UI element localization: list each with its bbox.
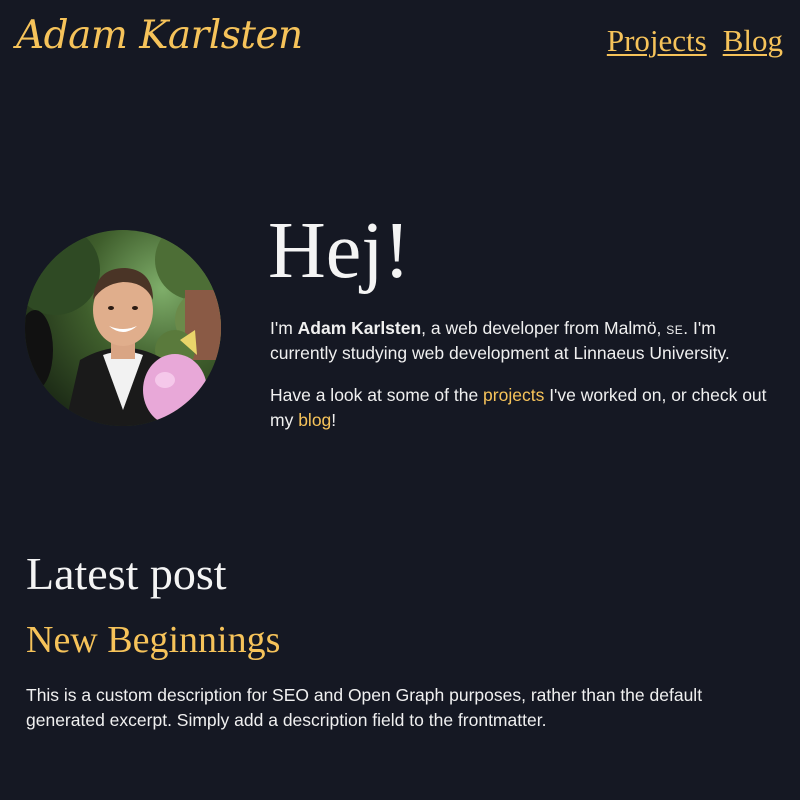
author-name: Adam Karlsten [297, 318, 422, 338]
intro-paragraph-2: Have a look at some of the projects I've… [270, 383, 780, 433]
latest-post-title-link[interactable]: New Beginnings [26, 616, 280, 664]
nav-projects-link[interactable]: Projects [607, 22, 707, 60]
site-title-link[interactable]: Adam Karlsten [16, 8, 303, 64]
latest-post-heading: Latest post [26, 548, 227, 599]
projects-inline-link[interactable]: projects [483, 385, 544, 405]
nav-blog-link[interactable]: Blog [723, 22, 783, 60]
latest-post-description: This is a custom description for SEO and… [26, 685, 703, 730]
greeting-heading: Hej! [268, 207, 411, 295]
intro-text: I'm Adam Karlsten, a web developer from … [270, 316, 780, 450]
intro2-suffix: ! [331, 410, 337, 430]
blog-inline-link[interactable]: blog [298, 410, 331, 430]
profile-photo-image [25, 230, 221, 426]
intro-paragraph-1: I'm Adam Karlsten, a web developer from … [270, 316, 780, 366]
intro2-prefix: Have a look at some of the [270, 385, 484, 405]
intro-middle: , a web developer from Malmö, [421, 318, 667, 338]
country-code: SE [666, 318, 684, 338]
avatar [25, 230, 221, 426]
main-nav: Projects Blog [607, 22, 783, 60]
intro-prefix: I'm [270, 318, 298, 338]
